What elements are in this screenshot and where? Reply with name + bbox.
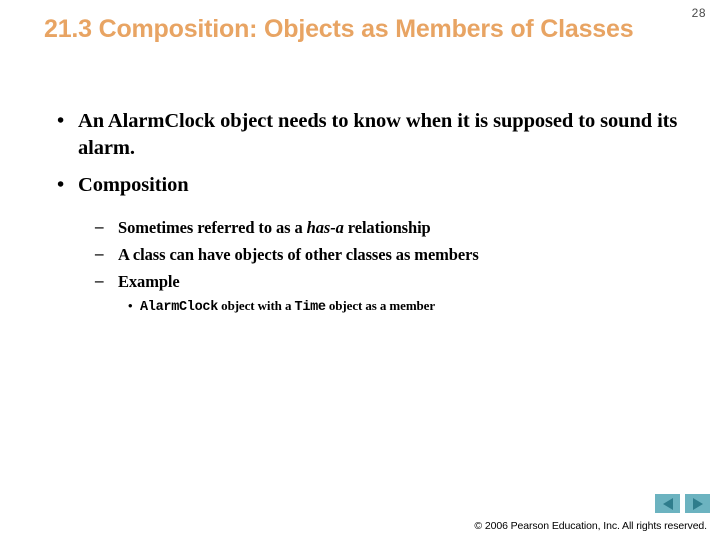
list-item-emphasis: has-a — [306, 218, 344, 238]
list-item: • An AlarmClock object needs to know whe… — [44, 108, 684, 162]
page-number: 28 — [691, 6, 706, 20]
list-item-label: An AlarmClock object needs to know when … — [78, 110, 678, 160]
bullet-marker: • — [128, 298, 133, 314]
code-token-time: Time — [294, 300, 327, 316]
list-item-label: Example — [118, 271, 180, 291]
triangle-left-icon — [662, 497, 673, 510]
list-item-label: Composition — [78, 174, 189, 197]
previous-slide-button[interactable] — [655, 494, 680, 513]
bullet-marker: • — [57, 110, 65, 132]
list-item-label-suffix: relationship — [343, 218, 431, 238]
list-item-label-prefix: Sometimes referred to as a — [118, 218, 307, 238]
list-item: – A class can have objects of other clas… — [44, 244, 684, 266]
list-item-label: A class can have objects of other classe… — [118, 244, 479, 264]
copyright-notice: © 2006 Pearson Education, Inc. All right… — [474, 520, 707, 532]
slide-body: • An AlarmClock object needs to know whe… — [44, 108, 684, 318]
triangle-right-icon — [692, 497, 703, 510]
page-title: 21.3 Composition: Objects as Members of … — [44, 15, 634, 43]
slide-canvas: 28 21.3 Composition: Objects as Members … — [0, 0, 720, 540]
dash-marker: – — [95, 270, 104, 290]
list-item-label-mid: object with a — [218, 298, 295, 314]
list-item: • AlarmClock object with a Time object a… — [44, 297, 684, 317]
list-item-label-tail: object as a member — [325, 298, 436, 314]
list-item: – Sometimes referred to as a has-a relat… — [44, 217, 684, 239]
code-token-alarmclock: AlarmClock — [140, 300, 219, 316]
next-slide-button[interactable] — [685, 494, 710, 513]
list-item: • Composition — [44, 172, 684, 199]
dash-marker: – — [95, 243, 104, 263]
bullet-marker: • — [57, 174, 65, 197]
list-item: – Example — [44, 271, 684, 293]
dash-marker: – — [95, 217, 104, 237]
slide-navigation — [655, 494, 710, 513]
